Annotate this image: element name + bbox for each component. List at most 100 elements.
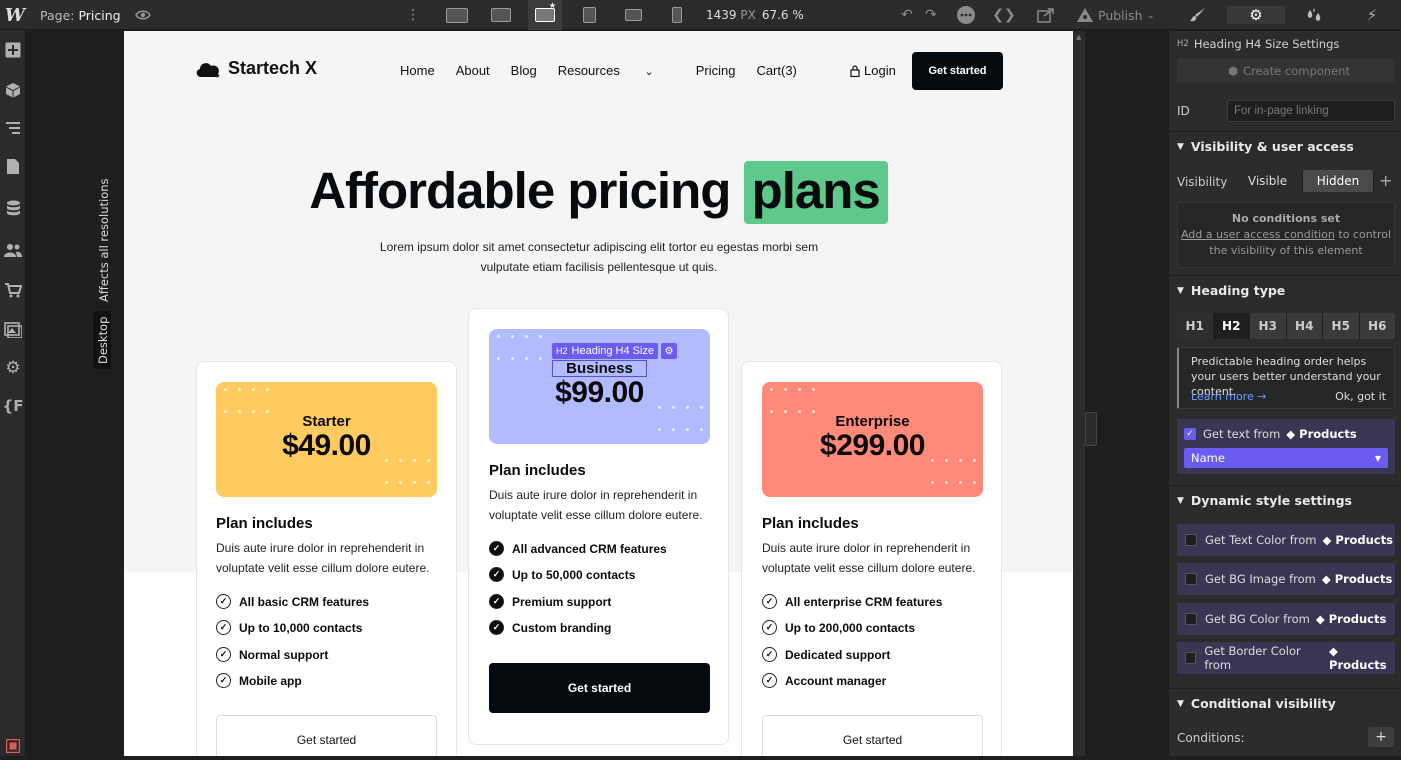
undo-icon[interactable]: ↶ xyxy=(898,0,916,30)
plan-banner-starter: Starter $49.00 xyxy=(216,382,437,497)
style-brush-icon[interactable] xyxy=(1169,7,1227,23)
variables-icon[interactable]: {F xyxy=(0,392,26,420)
more-options-icon[interactable]: ⋮ xyxy=(406,0,420,30)
ok-got-it-button[interactable]: Ok, got it xyxy=(1335,390,1386,403)
check-circle-icon: ✓ xyxy=(216,620,231,635)
lightning-icon[interactable]: ⚡ xyxy=(1343,6,1401,24)
page-selector[interactable]: Page: Pricing xyxy=(40,0,121,30)
page-name: Pricing xyxy=(78,7,121,23)
site-nav-links: Home About Blog Resources ⌄ Pricing Cart… xyxy=(400,63,818,78)
nav-link-cart[interactable]: Cart(3) xyxy=(756,63,796,78)
add-icon[interactable]: + xyxy=(1379,171,1392,190)
create-component-button[interactable]: ⬢ Create component xyxy=(1177,59,1395,83)
heading-level-h6[interactable]: H6 xyxy=(1359,313,1395,339)
brand-logo[interactable]: Startech X xyxy=(194,58,317,79)
check-circle-icon: ✓ xyxy=(216,647,231,662)
publish-button[interactable]: Publish ⌄ xyxy=(1098,0,1155,30)
nav-link-home[interactable]: Home xyxy=(400,63,435,78)
get-text-from-row[interactable]: ✓ Get text from ◆ Products xyxy=(1184,427,1357,441)
add-elements-icon[interactable] xyxy=(0,36,26,64)
plan-banner-business: Business $99.00 H2 Heading H4 Size ⚙ xyxy=(489,329,710,444)
selection-level: H2 xyxy=(556,346,568,356)
plan-get-started-button[interactable]: Get started xyxy=(216,715,437,756)
pages-icon[interactable] xyxy=(0,152,26,180)
feature-label: All advanced CRM features xyxy=(512,541,667,556)
checkbox-checked-icon[interactable]: ✓ xyxy=(1184,428,1196,440)
redo-icon[interactable]: ↷ xyxy=(922,0,940,30)
heading-level-h5[interactable]: H5 xyxy=(1323,313,1360,339)
visible-option[interactable]: Visible xyxy=(1233,170,1303,192)
plan-banner-enterprise: Enterprise $299.00 xyxy=(762,382,983,497)
settings-gear-icon[interactable]: ⚙ xyxy=(0,354,26,382)
plan-name: Starter xyxy=(302,413,351,430)
assets-images-icon[interactable] xyxy=(0,316,26,344)
hidden-option[interactable]: Hidden xyxy=(1303,170,1374,192)
navigator-icon[interactable] xyxy=(0,114,26,142)
conditional-visibility-section-header[interactable]: ▼ Conditional visibility xyxy=(1169,688,1401,718)
add-condition-link[interactable]: Add a user access condition xyxy=(1181,228,1335,241)
canvas-scrollbar[interactable]: ▲ xyxy=(1073,31,1085,756)
checkbox[interactable] xyxy=(1185,652,1197,664)
interactions-drops-icon[interactable] xyxy=(1285,8,1343,22)
hero-main-text: Affordable pricing xyxy=(309,162,731,219)
share-icon[interactable] xyxy=(1035,0,1057,30)
heading-type-section-header[interactable]: ▼ Heading type xyxy=(1169,275,1401,305)
nav-link-resources[interactable]: Resources ⌄ xyxy=(558,63,675,78)
checkbox[interactable] xyxy=(1185,534,1197,546)
id-input[interactable] xyxy=(1227,100,1395,122)
nav-get-started-button[interactable]: Get started xyxy=(912,52,1003,90)
audit-icon[interactable] xyxy=(1075,0,1095,30)
learn-more-link[interactable]: Learn more → xyxy=(1191,390,1266,403)
component-icon: ⬢ xyxy=(1228,64,1239,78)
feature-label: Premium support xyxy=(512,594,612,609)
panel-resize-handle[interactable] xyxy=(1085,412,1097,446)
code-export-icon[interactable]: ❮❯ xyxy=(992,0,1015,30)
heading-level-h1[interactable]: H1 xyxy=(1177,313,1214,339)
dynamic-row-bg-image[interactable]: Get BG Image from ◆ Products xyxy=(1177,563,1395,595)
breakpoint-desktop-icon[interactable]: ★ xyxy=(528,0,562,30)
settings-gear-icon[interactable]: ⚙ xyxy=(1227,6,1285,24)
cms-database-icon[interactable] xyxy=(0,194,26,222)
element-settings-gear-icon[interactable]: ⚙ xyxy=(661,343,677,359)
nav-link-about[interactable]: About xyxy=(456,63,490,78)
dynamic-row-border-color[interactable]: Get Border Color from ◆ Products xyxy=(1177,642,1395,674)
dynamic-row-text-color[interactable]: Get Text Color from ◆ Products xyxy=(1177,524,1395,556)
breakpoint-medium-icon[interactable] xyxy=(484,0,518,30)
heading-tip-box: Predictable heading order helps your use… xyxy=(1177,347,1395,409)
feature-label: Normal support xyxy=(239,647,329,662)
ecommerce-cart-icon[interactable] xyxy=(0,276,26,304)
name-field-select[interactable]: Name ▼ xyxy=(1184,448,1388,468)
breakpoint-portrait-icon[interactable] xyxy=(660,0,694,30)
comments-icon[interactable] xyxy=(955,0,977,30)
checkbox[interactable] xyxy=(1185,613,1197,625)
site-preview: Startech X Home About Blog Resources ⌄ P… xyxy=(124,31,1073,756)
plan-get-started-button[interactable]: Get started xyxy=(489,663,710,713)
dynamic-row-bg-color[interactable]: Get BG Color from ◆ Products xyxy=(1177,603,1395,635)
preview-eye-icon[interactable] xyxy=(134,0,152,30)
dynamic-style-section-header[interactable]: ▼ Dynamic style settings xyxy=(1169,485,1401,515)
checkbox[interactable] xyxy=(1185,573,1197,585)
heading-level-h3[interactable]: H3 xyxy=(1250,313,1287,339)
nav-link-blog[interactable]: Blog xyxy=(511,63,537,78)
heading-level-h4[interactable]: H4 xyxy=(1286,313,1323,339)
visibility-label: Visibility xyxy=(1177,175,1228,189)
breakpoint-tablet-icon[interactable] xyxy=(572,0,606,30)
zoom-value: 67.6 % xyxy=(761,8,804,22)
selection-tag[interactable]: H2 Heading H4 Size xyxy=(552,343,659,359)
heading-level-selector: H1 H2 H3 H4 H5 H6 xyxy=(1177,313,1395,339)
dynamic-row-label: Get Border Color from xyxy=(1204,644,1301,672)
breakpoint-large-icon[interactable] xyxy=(440,0,474,30)
nav-link-pricing[interactable]: Pricing xyxy=(696,63,736,78)
visibility-section-header[interactable]: ▼ Visibility & user access xyxy=(1169,131,1401,161)
breakpoint-landscape-icon[interactable] xyxy=(616,0,650,30)
plan-price: $99.00 xyxy=(555,376,644,409)
heading-level-h2[interactable]: H2 xyxy=(1213,313,1250,339)
login-link[interactable]: Login xyxy=(850,63,896,78)
plan-get-started-button[interactable]: Get started xyxy=(762,715,983,756)
add-condition-icon[interactable]: + xyxy=(1368,727,1394,747)
check-circle-icon: ✓ xyxy=(762,647,777,662)
users-icon[interactable] xyxy=(0,236,26,264)
webflow-logo[interactable]: W xyxy=(0,0,30,30)
components-cube-icon[interactable] xyxy=(0,76,26,104)
check-circle-icon: ✓ xyxy=(762,673,777,688)
